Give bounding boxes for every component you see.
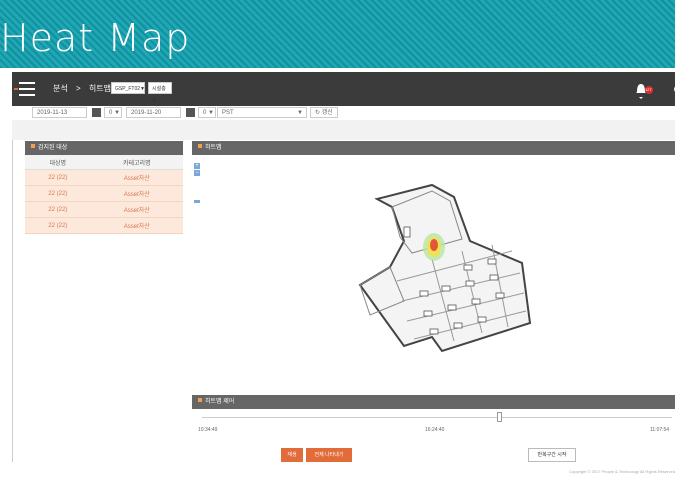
refresh-label: 갱신 <box>321 110 333 116</box>
show-all-button[interactable]: 전체 나타내기 <box>306 448 352 462</box>
table-row[interactable]: 22 (22) Asset자산 <box>25 169 183 186</box>
end-hour-select[interactable]: 0 ▼ <box>198 107 216 118</box>
timeline-slider-track[interactable] <box>202 417 672 418</box>
timeline-tick: 10:34:49 <box>198 427 218 433</box>
start-date-input[interactable]: 2019-11-13 <box>32 107 87 118</box>
heatmap-control-panel: 히트맵 제어 10:34:49 16:24:40 11:07:54 재생 전체 … <box>192 395 675 462</box>
repeat-section-button[interactable]: 반복구간 시작 <box>528 448 576 462</box>
notification-bell-icon[interactable]: 127 <box>634 80 654 100</box>
timeline-tick: 11:07:54 <box>650 427 670 433</box>
breadcrumb: 분석 > 히트맵 <box>53 83 111 94</box>
floor-plan-map[interactable] <box>192 141 675 388</box>
page-banner: Heat Map <box>0 0 675 68</box>
timezone-select[interactable]: PST ▼ <box>217 107 307 118</box>
cell-target: 22 (22) <box>25 201 91 218</box>
page-title: Heat Map <box>0 16 191 60</box>
footer: Copyright © 2017 People & Technology All… <box>12 462 675 479</box>
panel-title: 검지된 대상 <box>38 145 68 151</box>
cell-target: 22 (22) <box>25 217 91 234</box>
detected-targets-panel: 검지된 대상 대상명 카테고리명 22 (22) Asset자산 22 (22) As… <box>25 141 183 436</box>
calendar-icon[interactable] <box>92 108 101 117</box>
notification-badge: 127 <box>645 87 652 92</box>
cell-category: Asset자산 <box>90 185 183 202</box>
targets-table: 대상명 카테고리명 22 (22) Asset자산 22 (22) Asset자산 2… <box>25 155 183 234</box>
left-border <box>12 106 13 466</box>
table-row[interactable]: 22 (22) Asset자산 <box>25 217 183 234</box>
timeline-slider-handle[interactable] <box>497 412 502 422</box>
cell-category: Asset자산 <box>90 169 183 186</box>
table-row[interactable]: 22 (22) Asset자산 <box>25 201 183 218</box>
calendar-icon[interactable] <box>186 108 195 117</box>
column-header: 카테고리명 <box>90 155 183 170</box>
content-gap <box>12 120 675 140</box>
timezone-value: PST <box>222 110 234 116</box>
panel-header: 검지된 대상 <box>25 141 183 155</box>
cell-category: Asset자산 <box>90 217 183 234</box>
panel-title: 히트맵 제어 <box>205 399 235 405</box>
start-hour-value: 0 <box>109 110 113 116</box>
panel-header: 히트맵 제어 <box>192 395 675 409</box>
menu-icon[interactable] <box>14 82 35 96</box>
end-hour-value: 0 <box>203 110 207 116</box>
site-select[interactable]: GSP_FT02▼ <box>111 82 145 94</box>
breadcrumb-separator: > <box>75 84 81 93</box>
breadcrumb-heatmap[interactable]: 히트맵 <box>89 84 111 93</box>
heatmap-panel: 히트맵 + − <box>192 141 675 388</box>
timeline-tick: 16:24:40 <box>425 427 445 433</box>
cell-target: 22 (22) <box>25 185 91 202</box>
play-button[interactable]: 재생 <box>281 448 303 462</box>
copyright-text: Copyright © 2017 People & Technology All… <box>569 469 675 474</box>
end-date-input[interactable]: 2019-11-20 <box>126 107 181 118</box>
breadcrumb-analysis[interactable]: 분석 <box>53 84 68 93</box>
floor-select[interactable]: 시설층▼ <box>148 82 172 104</box>
start-hour-select[interactable]: 0 ▼ <box>104 107 122 118</box>
top-navbar: 분석 > 히트맵 GSP_FT02▼ 시설층▼ 127 ⊕ <box>12 72 675 106</box>
refresh-button[interactable]: ↻ 갱신 <box>310 107 338 118</box>
cell-target: 22 (22) <box>25 169 91 186</box>
table-row[interactable]: 22 (22) Asset자산 <box>25 185 183 202</box>
cell-category: Asset자산 <box>90 201 183 218</box>
date-toolbar: 2019-11-13 0 ▼ 2019-11-20 0 ▼ PST ▼ ↻ 갱신 <box>12 106 675 120</box>
column-header: 대상명 <box>25 155 91 170</box>
